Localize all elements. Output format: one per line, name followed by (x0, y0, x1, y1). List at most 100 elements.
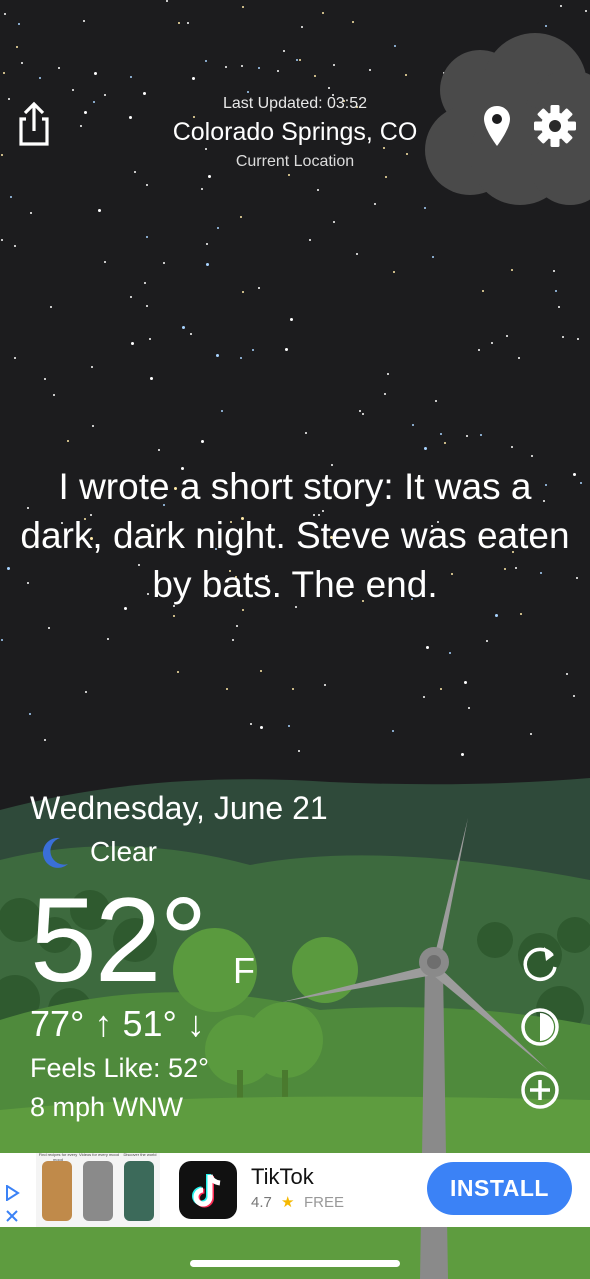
star-dot (205, 148, 207, 150)
star-dot (182, 326, 185, 329)
star-dot (322, 12, 324, 14)
star-dot (190, 333, 192, 335)
moon-icon (38, 836, 70, 875)
star-dot (573, 473, 576, 476)
star-dot (576, 577, 578, 579)
star-dot (177, 671, 179, 673)
ad-screenshot (124, 1161, 154, 1221)
star-dot (208, 175, 211, 178)
star-dot (30, 212, 32, 214)
ad-rating: 4.7 (251, 1194, 272, 1211)
star-dot (466, 435, 468, 437)
star-dot (566, 673, 568, 675)
star-dot (359, 410, 361, 412)
star-dot (299, 59, 301, 61)
star-dot (236, 625, 238, 627)
star-dot (10, 196, 12, 198)
ad-close-icon[interactable] (5, 1209, 19, 1223)
star-dot (201, 188, 203, 190)
location-pin-icon[interactable] (480, 104, 514, 148)
ad-choices-icon[interactable] (4, 1185, 20, 1201)
star-dot (240, 357, 242, 359)
star-dot (531, 455, 533, 457)
star-dot (146, 184, 148, 186)
star-dot (58, 67, 60, 69)
star-dot (92, 425, 94, 427)
install-button[interactable]: INSTALL (427, 1162, 572, 1215)
star-dot (104, 261, 106, 263)
star-dot (16, 46, 18, 48)
star-dot (163, 262, 165, 264)
star-dot (486, 640, 488, 642)
star-dot (288, 174, 290, 176)
star-dot (305, 432, 307, 434)
star-dot (14, 245, 16, 247)
ad-screenshots: Find recipes for every mood Videos for e… (36, 1152, 160, 1227)
refresh-icon[interactable] (518, 941, 562, 985)
star-dot (98, 209, 101, 212)
star-dot (14, 357, 16, 359)
star-dot (166, 0, 168, 2)
star-dot (44, 739, 46, 741)
star-dot (333, 64, 335, 66)
star-dot (149, 338, 151, 340)
weather-message: I wrote a short story: It was a dark, da… (20, 466, 570, 605)
home-indicator[interactable] (190, 1260, 400, 1267)
star-dot (394, 45, 396, 47)
star-dot (432, 256, 434, 258)
star-dot (560, 5, 562, 7)
star-dot (242, 291, 244, 293)
star-dot (242, 609, 244, 611)
star-dot (39, 77, 41, 79)
star-dot (314, 75, 316, 77)
ad-screenshot (83, 1161, 113, 1221)
star-dot (53, 394, 55, 396)
star-dot (387, 373, 389, 375)
location-subtitle: Current Location (235, 153, 355, 170)
star-dot (72, 89, 74, 91)
star-dot (328, 87, 330, 89)
star-dot (352, 21, 354, 23)
star-dot (1, 639, 3, 641)
star-dot (283, 50, 285, 52)
star-dot (385, 176, 387, 178)
temperature-unit: F (233, 950, 255, 991)
star-dot (298, 750, 300, 752)
star-dot (44, 378, 46, 380)
star-dot (374, 203, 376, 205)
star-dot (146, 305, 148, 307)
star-dot (252, 349, 254, 351)
star-dot (1, 239, 3, 241)
star-dot (67, 440, 69, 442)
star-dot (356, 253, 358, 255)
star-dot (555, 290, 557, 292)
star-dot (107, 638, 109, 640)
star-dot (412, 424, 414, 426)
star-dot (130, 76, 132, 78)
theme-icon[interactable] (518, 1005, 562, 1049)
star-dot (285, 348, 288, 351)
star-dot (317, 189, 319, 191)
gear-icon[interactable] (532, 103, 578, 149)
star-dot (324, 684, 326, 686)
ad-banner[interactable]: Find recipes for every mood Videos for e… (0, 1152, 590, 1227)
star-dot (440, 688, 442, 690)
star-dot (178, 22, 180, 24)
star-dot (187, 22, 189, 24)
star-dot (192, 77, 195, 80)
star-dot (290, 318, 293, 321)
star-dot (258, 67, 260, 69)
ad-caption: Discover the world (123, 1152, 157, 1157)
star-dot (130, 296, 132, 298)
star-dot (240, 216, 242, 218)
star-dot (206, 263, 209, 266)
condition-label: Clear (90, 836, 157, 867)
add-circle-icon[interactable] (518, 1068, 562, 1112)
star-dot (173, 615, 175, 617)
star-dot (260, 726, 263, 729)
star-icon: ★ (281, 1194, 295, 1211)
star-dot (201, 440, 204, 443)
star-dot (444, 442, 446, 444)
star-dot (205, 60, 207, 62)
star-dot (495, 614, 498, 617)
